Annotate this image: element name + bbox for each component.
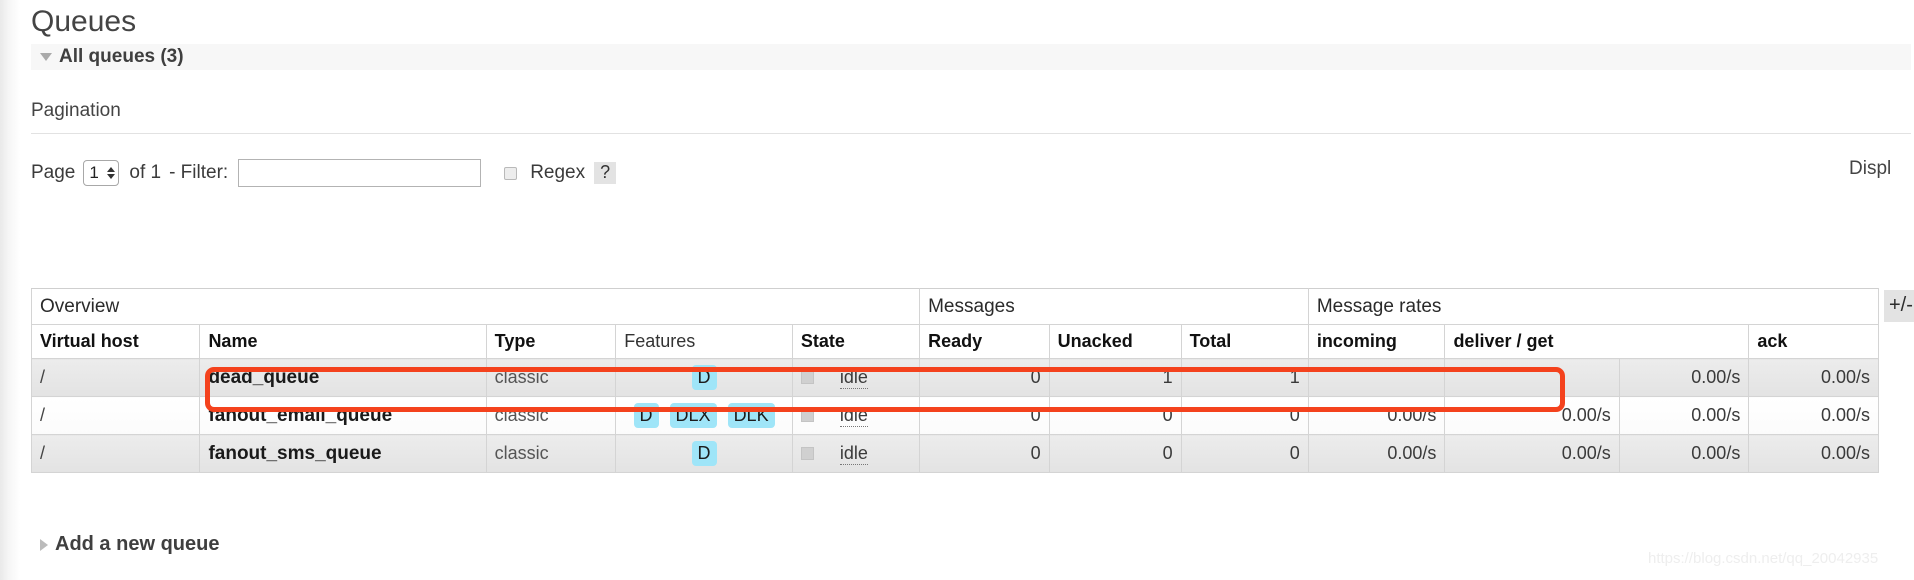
cell-ack: 0.00/s (1748, 434, 1879, 473)
page-number-value: 1 (89, 163, 99, 182)
cell-type: classic (485, 434, 617, 473)
cell-total: 0 (1180, 396, 1309, 435)
column-header-ack[interactable]: ack (1748, 324, 1879, 359)
toggle-columns-button[interactable]: +/- (1884, 290, 1914, 322)
queues-table: Overview Messages Message rates Virtual … (30, 288, 1880, 473)
cell-deliver-get: 0.00/s (1444, 396, 1620, 435)
regex-checkbox[interactable] (504, 166, 518, 180)
filter-input[interactable] (238, 159, 482, 187)
column-header-unacked[interactable]: Unacked (1048, 324, 1182, 359)
cell-queue-name[interactable]: dead_queue (199, 358, 487, 397)
group-header-messages: Messages (919, 288, 1309, 325)
queues-table-container: Overview Messages Message rates Virtual … (30, 288, 1880, 473)
state-indicator-icon (800, 409, 814, 422)
all-queues-section-header[interactable]: All queues (3) (31, 44, 1911, 70)
state-indicator-icon (800, 371, 814, 384)
cell-unacked: 1 (1048, 358, 1182, 397)
column-header-virtual-host[interactable]: Virtual host (30, 324, 201, 359)
pagination-heading: Pagination (31, 100, 121, 121)
regex-help-icon[interactable]: ? (594, 162, 617, 184)
cell-incoming (1307, 358, 1446, 397)
add-new-queue-section[interactable]: Add a new queue (31, 533, 219, 556)
cell-virtual-host: / (30, 434, 201, 473)
column-header-ready[interactable]: Ready (919, 324, 1050, 359)
watermark: https://blog.csdn.net/qq_20042935 (1648, 550, 1879, 567)
cell-total: 0 (1180, 434, 1309, 473)
page-number-stepper[interactable]: 1 (83, 160, 120, 186)
spinner-up-icon[interactable] (107, 167, 116, 172)
page-title: Queues (31, 5, 137, 38)
cell-ready: 0 (919, 434, 1050, 473)
feature-badge: D (691, 440, 717, 467)
state-label: idle (839, 366, 868, 389)
column-header-features[interactable]: Features (615, 324, 793, 359)
cell-virtual-host: / (30, 358, 201, 397)
cell-features: D (615, 358, 793, 397)
group-header-message-rates: Message rates (1307, 288, 1880, 325)
cell-rate-extra: 0.00/s (1618, 396, 1750, 435)
column-header-name[interactable]: Name (199, 324, 487, 359)
cell-queue-name[interactable]: fanout_sms_queue (199, 434, 487, 473)
queues-table-body: / dead_queue classic D idle 0 1 1 0.00/s… (30, 358, 1879, 473)
cell-deliver-get: 0.00/s (1444, 434, 1620, 473)
feature-badge: DLK (727, 402, 775, 429)
cell-unacked: 0 (1048, 396, 1182, 435)
feature-badge: D (633, 402, 659, 429)
column-header-type[interactable]: Type (485, 324, 617, 359)
cell-ack: 0.00/s (1748, 358, 1879, 397)
state-indicator-icon (800, 447, 814, 460)
display-columns-label: Displ (1849, 158, 1892, 179)
all-queues-label: All queues (3) (59, 46, 184, 67)
cell-virtual-host: / (30, 396, 201, 435)
cell-deliver-get (1444, 358, 1620, 397)
column-header-total[interactable]: Total (1180, 324, 1309, 359)
cell-incoming: 0.00/s (1307, 396, 1446, 435)
cell-type: classic (485, 396, 617, 435)
state-label: idle (839, 404, 868, 427)
column-header-state[interactable]: State (791, 324, 921, 359)
page-left-edge (0, 0, 20, 580)
column-header-deliver-get[interactable]: deliver / get (1444, 324, 1750, 359)
table-group-header-row: Overview Messages Message rates (30, 288, 1880, 325)
spinner-arrows-icon[interactable] (107, 167, 116, 179)
queues-page: Queues All queues (3) Pagination Page 1 … (0, 0, 1914, 580)
pagination-divider (31, 133, 1911, 134)
cell-state: idle (791, 434, 921, 473)
table-column-header-row: Virtual host Name Type Features State Re… (30, 324, 1879, 359)
triangle-right-icon[interactable] (40, 538, 48, 551)
column-header-incoming[interactable]: incoming (1307, 324, 1446, 359)
cell-total: 1 (1180, 358, 1309, 397)
cell-incoming: 0.00/s (1307, 434, 1446, 473)
spinner-down-icon[interactable] (107, 174, 116, 179)
cell-unacked: 0 (1048, 434, 1182, 473)
cell-queue-name[interactable]: fanout_email_queue (199, 396, 487, 435)
regex-label: Regex (530, 162, 586, 183)
group-header-overview: Overview (30, 288, 921, 325)
cell-features: D (615, 434, 793, 473)
feature-badge: D (691, 364, 717, 391)
cell-ready: 0 (919, 358, 1050, 397)
cell-type: classic (485, 358, 617, 397)
cell-state: idle (791, 396, 921, 435)
state-label: idle (839, 442, 868, 465)
page-label: Page (31, 162, 76, 183)
cell-ready: 0 (919, 396, 1050, 435)
filter-label: - Filter: (169, 162, 229, 183)
table-row[interactable]: / fanout_sms_queue classic D idle 0 0 0 (30, 434, 1879, 473)
table-row[interactable]: / fanout_email_queue classic D DLX DLK i… (30, 396, 1879, 435)
cell-features: D DLX DLK (615, 396, 793, 435)
cell-rate-extra: 0.00/s (1618, 434, 1750, 473)
add-new-queue-label: Add a new queue (55, 533, 220, 555)
page-of-label: of 1 (129, 162, 162, 183)
cell-rate-extra: 0.00/s (1618, 358, 1750, 397)
table-row[interactable]: / dead_queue classic D idle 0 1 1 0.00/s… (30, 358, 1879, 397)
cell-state: idle (791, 358, 921, 397)
cell-ack: 0.00/s (1748, 396, 1879, 435)
feature-badge: DLX (669, 402, 717, 429)
pagination-controls: Page 1 of 1 - Filter: Regex ? (31, 152, 1911, 194)
triangle-down-icon[interactable] (40, 53, 52, 61)
